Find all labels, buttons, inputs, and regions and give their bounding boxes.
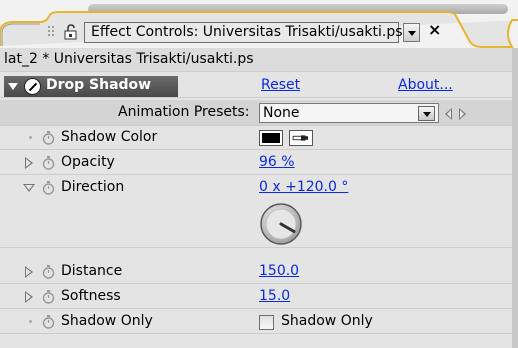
tab-effect-controls[interactable]: Effect Controls: Universitas Trisakti/us… bbox=[84, 22, 403, 43]
property-row-softness: Softness 15.0 bbox=[0, 285, 512, 309]
stopwatch-icon[interactable] bbox=[42, 156, 55, 170]
direction-dial[interactable] bbox=[259, 202, 303, 246]
animation-presets-label: Animation Presets: bbox=[118, 104, 250, 120]
lock-icon[interactable] bbox=[63, 24, 79, 40]
fx-toggle-icon[interactable] bbox=[24, 78, 41, 95]
direction-label: Direction bbox=[61, 179, 125, 195]
panel-right-edge bbox=[512, 48, 518, 348]
softness-label: Softness bbox=[61, 288, 121, 304]
direction-dial-row bbox=[0, 200, 512, 248]
property-row-distance: Distance 150.0 bbox=[0, 260, 512, 284]
reset-link[interactable]: Reset bbox=[261, 77, 300, 93]
distance-value[interactable]: 150.0 bbox=[259, 263, 299, 279]
stopwatch-icon[interactable] bbox=[42, 265, 55, 279]
shadow-only-checkbox-label[interactable]: Shadow Only bbox=[281, 313, 373, 329]
eyedropper-icon[interactable] bbox=[289, 130, 313, 146]
animation-presets-select[interactable]: None bbox=[259, 103, 439, 123]
twirl-right-icon[interactable] bbox=[25, 266, 33, 278]
close-icon[interactable]: × bbox=[428, 20, 441, 39]
composition-row: lat_2 * Universitas Trisakti/usakti.ps bbox=[0, 48, 512, 72]
stopwatch-icon[interactable] bbox=[42, 181, 55, 195]
about-link[interactable]: About... bbox=[398, 77, 453, 93]
bullet-icon bbox=[29, 320, 32, 323]
distance-label: Distance bbox=[61, 263, 123, 279]
chevron-down-icon[interactable] bbox=[403, 23, 420, 42]
stopwatch-icon[interactable] bbox=[42, 315, 55, 329]
effect-name: Drop Shadow bbox=[46, 77, 152, 93]
twirl-right-icon[interactable] bbox=[25, 157, 33, 169]
composition-label: lat_2 * Universitas Trisakti/usakti.ps bbox=[4, 51, 254, 67]
property-row-direction: Direction 0 x +120.0 ° bbox=[0, 176, 512, 200]
shadow-only-label: Shadow Only bbox=[61, 313, 153, 329]
twirl-right-icon[interactable] bbox=[25, 291, 33, 303]
effect-header[interactable]: Drop Shadow bbox=[4, 76, 178, 97]
effect-row: Drop Shadow Reset About... bbox=[0, 74, 512, 98]
animation-presets-row: Animation Presets: None bbox=[0, 100, 512, 126]
previous-preset-icon[interactable] bbox=[445, 108, 452, 120]
chevron-down-icon[interactable] bbox=[418, 106, 435, 121]
twirl-down-icon[interactable] bbox=[8, 83, 18, 90]
property-row-shadow-only: Shadow Only Shadow Only bbox=[0, 310, 512, 334]
twirl-down-icon[interactable] bbox=[23, 184, 35, 192]
stopwatch-icon[interactable] bbox=[42, 290, 55, 304]
opacity-label: Opacity bbox=[61, 154, 115, 170]
shadow-color-swatch[interactable] bbox=[259, 130, 283, 146]
softness-value[interactable]: 15.0 bbox=[259, 288, 290, 304]
property-row-shadow-color: Shadow Color bbox=[0, 126, 512, 150]
effect-controls-panel: lat_2 * Universitas Trisakti/usakti.ps D… bbox=[0, 48, 518, 348]
bullet-icon bbox=[29, 136, 32, 139]
shadow-only-checkbox[interactable] bbox=[259, 315, 274, 330]
grip-icon[interactable] bbox=[48, 26, 58, 40]
opacity-value[interactable]: 96 % bbox=[259, 154, 295, 170]
direction-value[interactable]: 0 x +120.0 ° bbox=[259, 179, 348, 195]
next-preset-icon[interactable] bbox=[459, 108, 466, 120]
stopwatch-icon[interactable] bbox=[42, 131, 55, 145]
shadow-color-label: Shadow Color bbox=[61, 129, 158, 145]
property-row-opacity: Opacity 96 % bbox=[0, 151, 512, 175]
panel-tab-strip: Effect Controls: Universitas Trisakti/us… bbox=[0, 0, 518, 48]
